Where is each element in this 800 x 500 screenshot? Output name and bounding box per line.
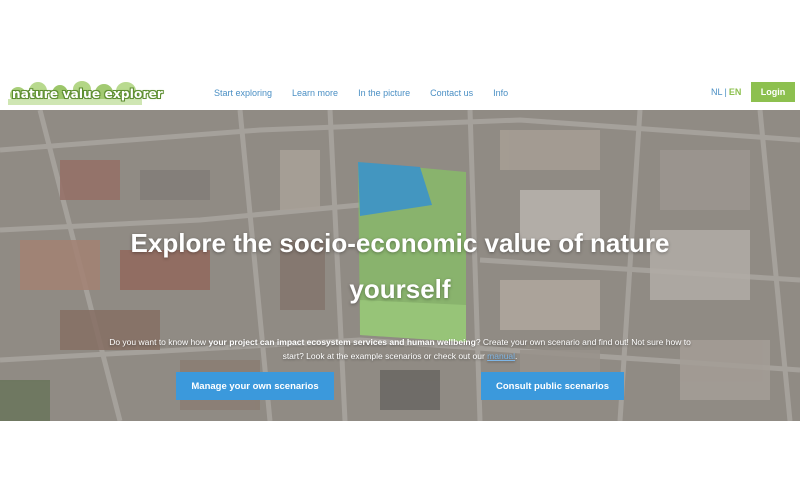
nav-contact-us[interactable]: Contact us — [430, 88, 473, 98]
login-button[interactable]: Login — [751, 82, 795, 102]
nav-info[interactable]: Info — [493, 88, 508, 98]
header: nature value explorer Start exploring Le… — [0, 76, 800, 110]
hero-section: Explore the socio-economic value of natu… — [0, 110, 800, 421]
hero-intro: Do you want to know how your project can… — [100, 335, 700, 363]
lang-separator: | — [724, 87, 727, 97]
hero-title-line2: yourself — [349, 274, 451, 304]
manual-link[interactable]: manual — [487, 351, 515, 361]
intro-text-1: Do you want to know how — [109, 337, 209, 347]
lang-en[interactable]: EN — [729, 87, 742, 97]
language-switcher: NL | EN — [711, 87, 741, 97]
manage-scenarios-button[interactable]: Manage your own scenarios — [176, 372, 334, 400]
page: nature value explorer Start exploring Le… — [0, 0, 800, 500]
consult-scenarios-button[interactable]: Consult public scenarios — [481, 372, 624, 400]
main-nav: Start exploring Learn more In the pictur… — [214, 76, 528, 110]
nav-learn-more[interactable]: Learn more — [292, 88, 338, 98]
logo[interactable]: nature value explorer — [8, 79, 163, 107]
intro-end: . — [515, 351, 518, 361]
nav-in-the-picture[interactable]: In the picture — [358, 88, 410, 98]
intro-bold: your project can impact ecosystem servic… — [208, 337, 476, 347]
logo-text: nature value explorer — [12, 87, 164, 101]
lang-nl[interactable]: NL — [711, 87, 723, 97]
hero-overlay — [0, 110, 800, 421]
nav-start-exploring[interactable]: Start exploring — [214, 88, 272, 98]
hero-title-line1: Explore the socio-economic value of natu… — [130, 228, 670, 258]
